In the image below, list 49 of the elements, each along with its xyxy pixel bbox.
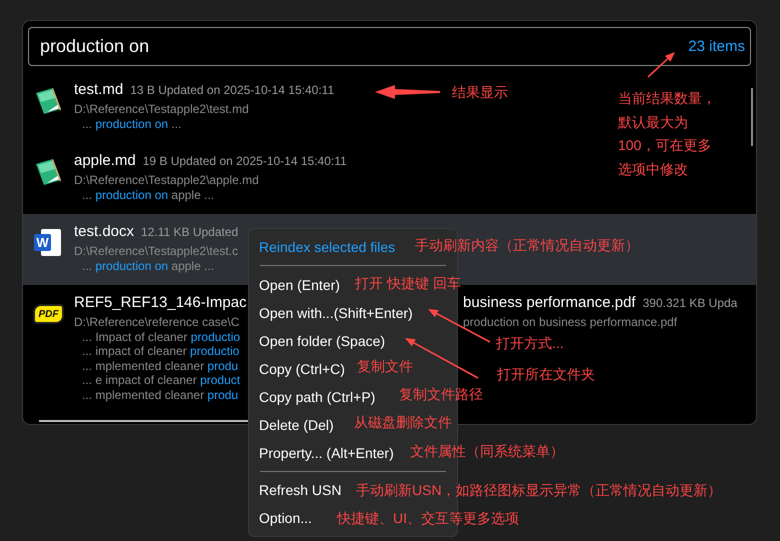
file-meta: 13 B Updated on 2025-10-14 15:40:11: [130, 83, 334, 97]
file-meta: 12.11 KB Updated: [141, 225, 238, 239]
match-snippet: ... production on apple ...: [81, 188, 216, 202]
scrollbar[interactable]: [751, 88, 753, 146]
annotation-text: 快捷键、UI、交互等更多选项: [337, 509, 519, 528]
file-path: D:\Reference\Testapple2\apple.md: [74, 172, 260, 188]
match-snippet: ... Impact of cleaner productio: [81, 330, 242, 344]
match-snippet: ... production on ...: [81, 117, 182, 132]
annotation-text: 当前结果数量，默认最大为100，可在更多选项中修改: [618, 89, 717, 178]
file-meta: 19 B Updated on 2025-10-14 15:40:11: [142, 154, 347, 168]
notepad-icon: [33, 85, 64, 116]
match-snippet: ... mplemented cleaner produ: [81, 358, 240, 374]
match-snippet: ... mplemented cleaner produ: [81, 388, 240, 402]
menu-item[interactable]: Open folder (Space): [249, 327, 396, 355]
annotation-text: 打开 快捷键 回车: [355, 274, 461, 293]
file-path: D:\Reference\reference case\C: [74, 314, 240, 330]
annotation-text: 复制文件: [357, 357, 413, 376]
match-snippet: ... impact of cleaner productio: [81, 344, 240, 359]
annotation-text: 手动刷新USN，如路径图标显示异常（正常情况自动更新）: [356, 481, 722, 500]
match-snippet: ... production on apple ...: [81, 259, 216, 274]
file-name: REF5_REF13_146-Impac: [74, 294, 247, 311]
menu-item[interactable]: Option...: [249, 504, 322, 532]
menu-item[interactable]: Reindex selected files: [249, 233, 406, 261]
menu-item[interactable]: Property... (Alt+Enter): [249, 439, 404, 467]
annotation-text: 结果显示: [452, 83, 508, 102]
match-snippet: ... e impact of cleaner product: [81, 373, 242, 388]
file-name: business performance.pdf: [463, 294, 636, 311]
menu-item[interactable]: Open with...(Shift+Enter): [249, 299, 423, 327]
file-meta: 390.321 KB Upda: [642, 296, 738, 310]
menu-item[interactable]: Copy path (Ctrl+P): [249, 383, 386, 411]
annotation-text: 复制文件路径: [399, 385, 483, 404]
menu-item[interactable]: Copy (Ctrl+C): [249, 355, 355, 383]
annotation-text: 文件属性（同系统菜单）: [410, 442, 564, 461]
menu-item[interactable]: Delete (Del): [249, 411, 344, 439]
file-name: test.docx: [74, 223, 134, 240]
menu-item[interactable]: Refresh USN: [249, 476, 352, 504]
file-path: D:\Reference\Testapple2\test.md: [74, 101, 250, 117]
annotation-text: 打开方式...: [496, 334, 564, 353]
menu-item[interactable]: Open (Enter): [249, 271, 350, 299]
annotation-text: 手动刷新内容（正常情况自动更新）: [415, 236, 639, 255]
file-name: test.md: [74, 81, 124, 98]
horizontal-scrollbar[interactable]: [39, 420, 249, 422]
annotation-text: 打开所在文件夹: [497, 365, 595, 384]
file-path: D:\Reference\Testapple2\test.c: [74, 243, 238, 259]
file-name: apple.md: [74, 152, 136, 169]
notepad-icon: [33, 156, 64, 187]
file-path: production on business performance.pdf: [463, 314, 678, 330]
annotation-text: 从磁盘删除文件: [354, 413, 452, 432]
item-count: 23 items: [688, 38, 745, 55]
